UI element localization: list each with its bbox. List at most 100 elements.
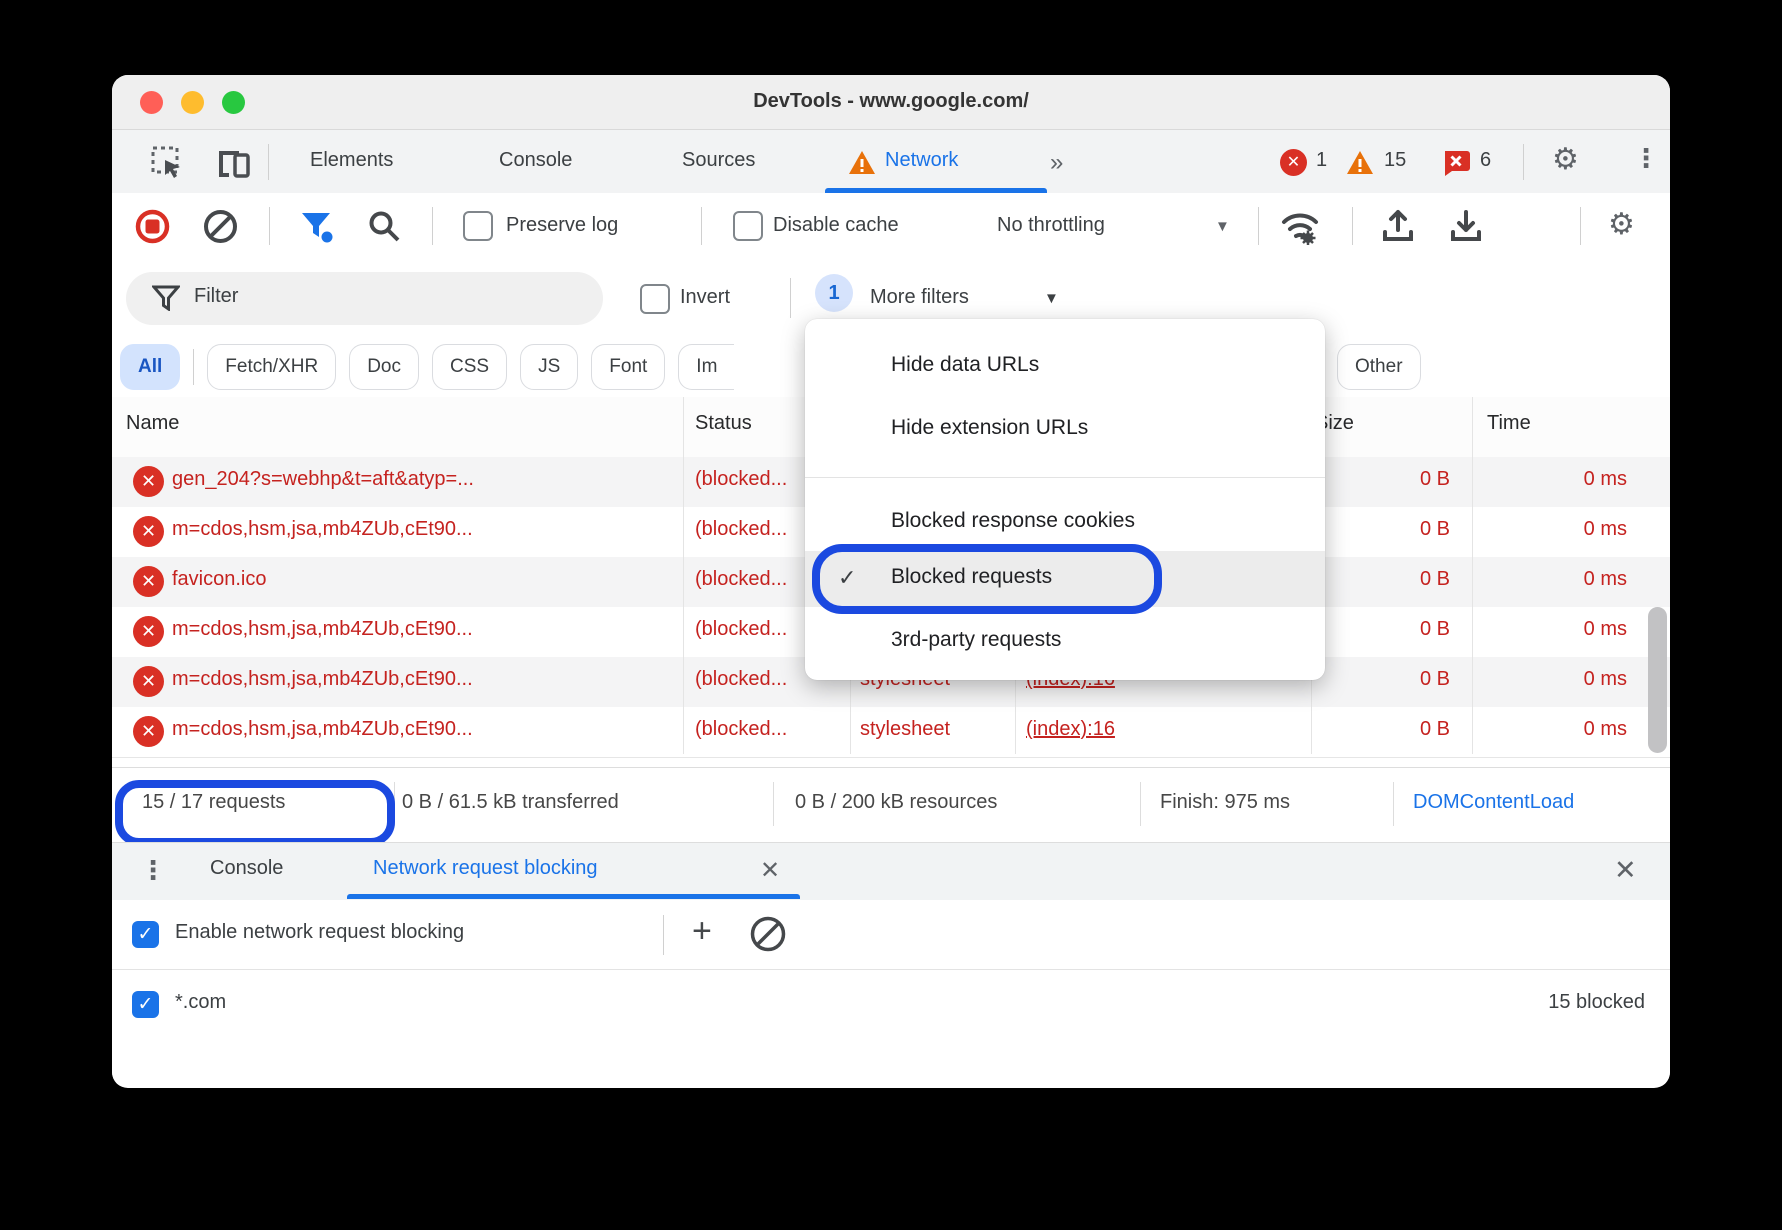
blocking-toolbar: ✓ Enable network request blocking + bbox=[112, 900, 1670, 970]
summary-divider bbox=[1140, 782, 1141, 826]
cell-status: (blocked... bbox=[695, 718, 787, 741]
drawer-close-icon[interactable]: ✕ bbox=[1614, 855, 1637, 886]
disable-cache-checkbox[interactable] bbox=[733, 211, 763, 241]
more-filters-button[interactable]: More filters bbox=[870, 286, 969, 309]
blocked-pattern-row[interactable]: ✓ *.com 15 blocked bbox=[112, 970, 1670, 1085]
summary-divider bbox=[1393, 782, 1394, 826]
network-conditions-icon[interactable] bbox=[1278, 209, 1322, 245]
tab-console[interactable]: Console bbox=[499, 149, 572, 172]
table-scrollbar-thumb[interactable] bbox=[1648, 607, 1667, 753]
kebab-menu-icon[interactable]: ⋮ bbox=[1633, 143, 1659, 174]
menu-item-3rd-party-requests[interactable]: 3rd-party requests bbox=[805, 614, 1325, 670]
enable-blocking-checkbox[interactable]: ✓ bbox=[132, 921, 159, 948]
devtools-window: DevTools - www.google.com/ Elements Cons… bbox=[112, 75, 1670, 1088]
preserve-log-checkbox[interactable] bbox=[463, 211, 493, 241]
pattern-checkbox[interactable]: ✓ bbox=[132, 991, 159, 1018]
menu-item-blocked-requests[interactable]: ✓ Blocked requests bbox=[805, 551, 1325, 607]
drawer-tab-console[interactable]: Console bbox=[210, 857, 283, 880]
blocked-error-icon: ✕ bbox=[133, 716, 164, 747]
drawer-tab-network-request-blocking[interactable]: Network request blocking bbox=[373, 857, 598, 880]
tab-elements[interactable]: Elements bbox=[310, 149, 393, 172]
cell-name: m=cdos,hsm,jsa,mb4ZUb,cEt90... bbox=[172, 668, 473, 691]
pattern-text: *.com bbox=[175, 991, 226, 1014]
chip-fetch-xhr[interactable]: Fetch/XHR bbox=[207, 344, 336, 390]
cell-status: (blocked... bbox=[695, 518, 787, 541]
tab-network[interactable]: Network bbox=[885, 149, 958, 172]
blocked-error-icon: ✕ bbox=[133, 566, 164, 597]
remove-all-patterns-icon[interactable] bbox=[749, 915, 787, 953]
col-header-time[interactable]: Time bbox=[1487, 412, 1531, 435]
cell-size: 0 B bbox=[1352, 468, 1450, 491]
throttling-select[interactable]: No throttling bbox=[997, 214, 1105, 237]
add-pattern-icon[interactable]: + bbox=[692, 912, 712, 951]
chip-other[interactable]: Other bbox=[1337, 344, 1421, 390]
drawer-kebab-menu-icon[interactable]: ⋮ bbox=[140, 855, 166, 886]
cell-initiator[interactable]: (index):16 bbox=[1026, 718, 1115, 741]
network-settings-gear-icon[interactable]: ⚙ bbox=[1608, 207, 1635, 242]
error-count-icon[interactable]: ✕ bbox=[1280, 149, 1307, 176]
menu-item-blocked-response-cookies[interactable]: Blocked response cookies bbox=[805, 495, 1325, 551]
drawer-tab-bar: ⋮ Console Network request blocking ✕ ✕ bbox=[112, 842, 1670, 901]
cell-name: m=cdos,hsm,jsa,mb4ZUb,cEt90... bbox=[172, 718, 473, 741]
chip-css[interactable]: CSS bbox=[432, 344, 507, 390]
clear-network-log-icon[interactable] bbox=[203, 209, 238, 244]
column-divider[interactable] bbox=[1472, 397, 1473, 754]
chip-img-partial[interactable]: Im bbox=[678, 344, 734, 390]
menu-item-hide-extension-urls[interactable]: Hide extension URLs bbox=[805, 402, 1325, 458]
screenshot-stage: DevTools - www.google.com/ Elements Cons… bbox=[0, 0, 1782, 1230]
table-bottom-border bbox=[112, 757, 1670, 758]
invert-checkbox[interactable] bbox=[640, 284, 670, 314]
col-header-name[interactable]: Name bbox=[126, 412, 179, 435]
drawer-active-tab-underline bbox=[347, 894, 800, 899]
pattern-blocked-count: 15 blocked bbox=[1345, 991, 1645, 1014]
inspect-element-icon[interactable] bbox=[150, 145, 184, 179]
more-tabs-chevron-icon[interactable]: » bbox=[1050, 149, 1059, 177]
cell-time: 0 ms bbox=[1512, 568, 1627, 591]
search-icon[interactable] bbox=[367, 209, 402, 244]
error-count[interactable]: 1 bbox=[1316, 149, 1327, 172]
chip-doc[interactable]: Doc bbox=[349, 344, 419, 390]
requests-summary: 15 / 17 requests bbox=[142, 791, 285, 814]
blocking-toolbar-divider bbox=[663, 915, 664, 955]
cell-name: m=cdos,hsm,jsa,mb4ZUb,cEt90... bbox=[172, 518, 473, 541]
warning-count[interactable]: 15 bbox=[1384, 149, 1406, 172]
checkmark-icon: ✓ bbox=[838, 565, 856, 591]
invert-label[interactable]: Invert bbox=[680, 286, 730, 309]
drawer-tab-close-icon[interactable]: ✕ bbox=[760, 856, 780, 885]
table-row[interactable]: ✕ m=cdos,hsm,jsa,mb4ZUb,cEt90... (blocke… bbox=[112, 707, 1670, 757]
chip-js[interactable]: JS bbox=[520, 344, 578, 390]
cell-name: favicon.ico bbox=[172, 568, 267, 591]
more-filters-badge: 1 bbox=[815, 274, 853, 312]
chip-all[interactable]: All bbox=[120, 344, 180, 390]
finish-summary: Finish: 975 ms bbox=[1160, 791, 1290, 814]
cell-status: (blocked... bbox=[695, 618, 787, 641]
disable-cache-label[interactable]: Disable cache bbox=[773, 214, 899, 237]
filter-input[interactable]: Filter bbox=[126, 272, 603, 325]
more-filters-caret-icon[interactable]: ▼ bbox=[1044, 290, 1059, 307]
settings-gear-icon[interactable]: ⚙ bbox=[1552, 142, 1579, 177]
col-header-status[interactable]: Status bbox=[695, 412, 752, 435]
cell-name: gen_204?s=webhp&t=aft&atyp=... bbox=[172, 468, 474, 491]
blocked-error-icon: ✕ bbox=[133, 466, 164, 497]
menu-item-hide-data-urls[interactable]: Hide data URLs bbox=[805, 339, 1325, 395]
device-toolbar-icon[interactable] bbox=[215, 145, 251, 179]
issues-count[interactable]: 6 bbox=[1480, 149, 1491, 172]
transferred-summary: 0 B / 61.5 kB transferred bbox=[402, 791, 619, 814]
cell-size: 0 B bbox=[1352, 668, 1450, 691]
cell-type: stylesheet bbox=[860, 718, 950, 741]
filter-toggle-icon[interactable] bbox=[300, 211, 338, 243]
more-filters-menu: Hide data URLs Hide extension URLs Block… bbox=[805, 319, 1325, 680]
warning-count-icon[interactable] bbox=[1346, 150, 1374, 175]
record-stop-icon[interactable] bbox=[135, 209, 170, 244]
issues-count-icon[interactable] bbox=[1442, 149, 1470, 177]
enable-blocking-label[interactable]: Enable network request blocking bbox=[175, 921, 464, 944]
cell-time: 0 ms bbox=[1512, 618, 1627, 641]
export-har-icon[interactable] bbox=[1448, 208, 1484, 244]
tab-sources[interactable]: Sources bbox=[682, 149, 755, 172]
column-divider[interactable] bbox=[683, 397, 684, 754]
chip-font[interactable]: Font bbox=[591, 344, 665, 390]
import-har-icon[interactable] bbox=[1380, 208, 1416, 244]
preserve-log-label[interactable]: Preserve log bbox=[506, 214, 618, 237]
throttling-caret-icon[interactable]: ▼ bbox=[1215, 218, 1230, 235]
toolbar-divider-2 bbox=[432, 207, 433, 245]
